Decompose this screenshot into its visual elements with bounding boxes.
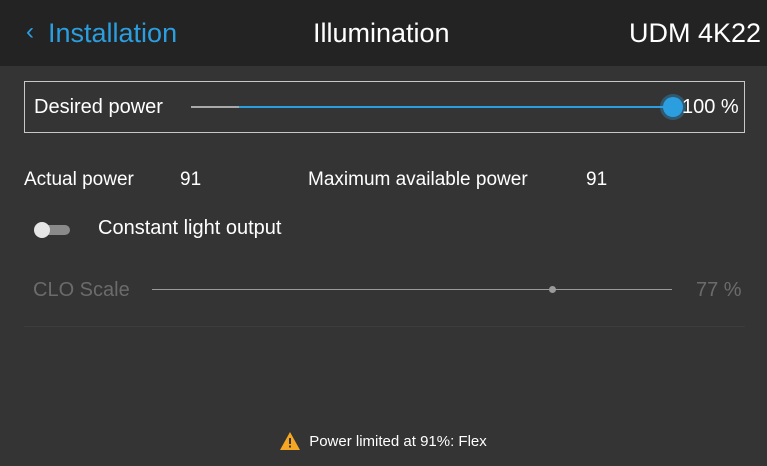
clo-scale-track <box>152 289 672 290</box>
actual-power-label: Actual power <box>24 169 134 190</box>
toggle-thumb <box>34 222 50 238</box>
desired-power-track-fill[interactable] <box>239 106 673 108</box>
actual-power-value: 91 <box>180 169 202 190</box>
desired-power-track[interactable] <box>191 106 239 108</box>
chevron-left-icon: ‹ <box>26 18 34 45</box>
status-text: Power limited at 91%: Flex <box>309 432 487 450</box>
desired-power-label: Desired power <box>34 95 163 118</box>
max-power-value: 91 <box>586 169 608 190</box>
max-power-label: Maximum available power <box>308 169 528 190</box>
device-name: UDM 4K22 <box>628 17 761 48</box>
divider <box>24 326 745 327</box>
clo-scale-slider-handle <box>549 286 556 293</box>
back-button[interactable]: ‹ Installation <box>26 0 177 66</box>
desired-power-value: 100 % <box>682 95 739 118</box>
page-title: Illumination <box>313 17 450 48</box>
clo-toggle[interactable] <box>34 222 72 238</box>
status-message: Power limited at 91%: Flex <box>0 428 767 454</box>
back-label: Installation <box>48 17 178 48</box>
illumination-screen: ‹ Installation Illumination UDM 4K22 Des… <box>0 0 767 466</box>
clo-scale-label: CLO Scale <box>33 279 130 301</box>
desired-power-slider-row[interactable]: Desired power 100 % <box>24 81 745 133</box>
warning-icon <box>280 432 301 450</box>
header-bar: ‹ Installation Illumination UDM 4K22 <box>0 0 767 66</box>
clo-scale-value: 77 % <box>696 279 742 301</box>
clo-toggle-label: Constant light output <box>98 217 282 239</box>
desired-power-slider-handle[interactable] <box>663 97 683 117</box>
